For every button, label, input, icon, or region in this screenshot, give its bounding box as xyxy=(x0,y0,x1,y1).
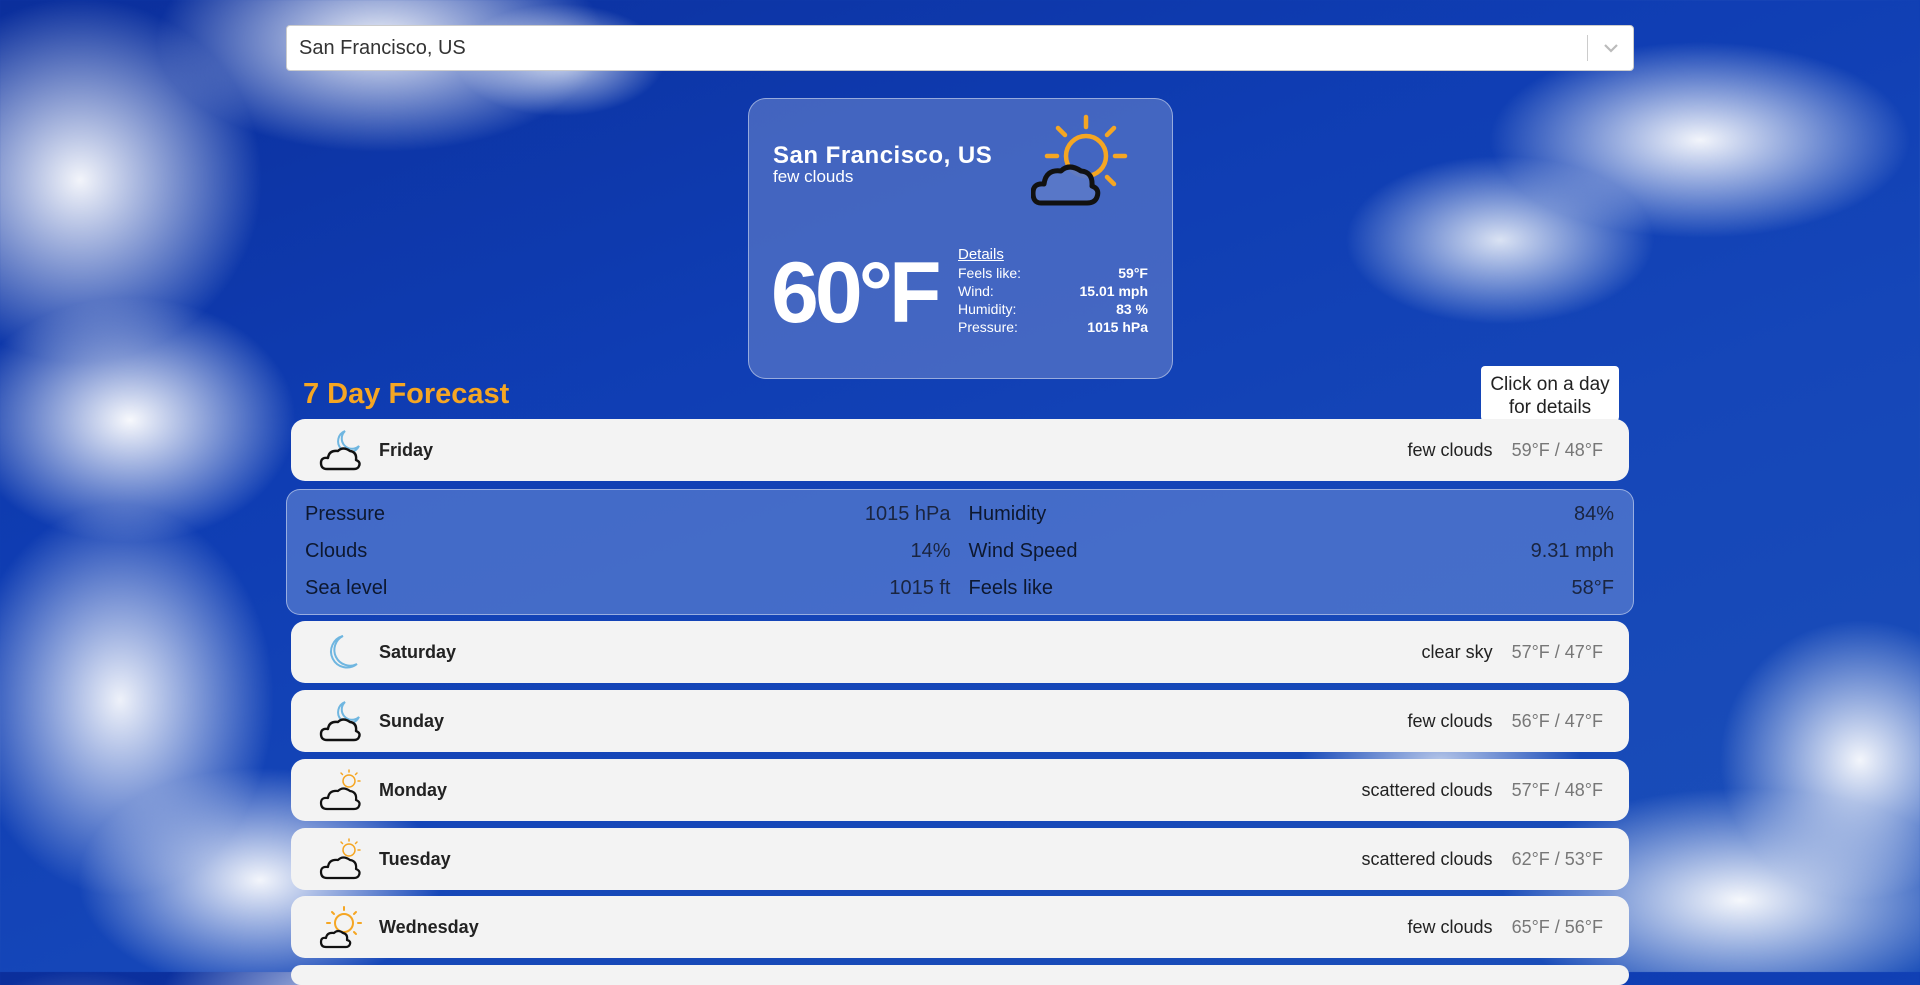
forecast-title: 7 Day Forecast xyxy=(303,378,510,410)
day-details-panel: Pressure 1015 hPa Clouds 14% Sea level 1… xyxy=(286,489,1634,615)
detail-row-wind: Wind: 15.01 mph xyxy=(958,282,1148,300)
day-temp-range: 57°F / 48°F xyxy=(1511,779,1603,800)
day-condition: scattered clouds xyxy=(1361,848,1493,869)
current-weather-card: San Francisco, US few clouds 60°F Detail… xyxy=(748,98,1173,379)
detail-value: 14% xyxy=(910,540,951,562)
detail-label: Feels like xyxy=(968,577,1053,599)
moon-cloud-icon xyxy=(316,699,366,743)
current-temperature: 60°F xyxy=(771,245,942,341)
current-details: Details Feels like: 59°F Wind: 15.01 mph… xyxy=(958,246,1148,336)
detail-value: 1015 hPa xyxy=(864,503,951,525)
forecast-day-tuesday[interactable]: Tuesday scattered clouds 62°F / 53°F xyxy=(291,828,1629,890)
detail-label: Feels like: xyxy=(958,265,1022,281)
sun-cloud-small-icon xyxy=(316,837,366,881)
day-name: Wednesday xyxy=(379,916,479,937)
detail-value: 83 % xyxy=(1116,301,1148,317)
sun-cloud-icon xyxy=(316,905,366,949)
chevron-down-icon[interactable] xyxy=(1588,43,1633,53)
detail-value: 1015 hPa xyxy=(1087,319,1148,335)
detail-row-feels-like: Feels like: 59°F xyxy=(958,264,1148,282)
forecast-day-friday[interactable]: Friday few clouds 59°F / 48°F xyxy=(291,419,1629,481)
detail-label: Wind: xyxy=(958,283,994,299)
city-search-select[interactable]: San Francisco, US xyxy=(286,25,1634,71)
detail-value: 59°F xyxy=(1118,265,1148,281)
day-condition: few clouds xyxy=(1407,710,1493,731)
detail-feels-like: Feels like 58°F xyxy=(969,576,1615,613)
detail-wind-speed: Wind Speed 9.31 mph xyxy=(969,539,1615,576)
day-condition: clear sky xyxy=(1421,641,1493,662)
detail-label: Humidity xyxy=(968,503,1047,525)
day-temp-range: 59°F / 48°F xyxy=(1511,439,1603,460)
detail-label: Humidity: xyxy=(958,301,1017,317)
detail-value: 84% xyxy=(1573,503,1614,525)
day-condition: scattered clouds xyxy=(1361,779,1493,800)
detail-label: Pressure xyxy=(305,503,386,525)
detail-label: Clouds xyxy=(305,540,368,562)
current-city: San Francisco, US xyxy=(773,142,993,169)
detail-label: Sea level xyxy=(305,577,388,599)
moon-cloud-icon xyxy=(316,428,366,472)
forecast-day-saturday[interactable]: Saturday clear sky 57°F / 47°F xyxy=(291,621,1629,683)
forecast-day-monday[interactable]: Monday scattered clouds 57°F / 48°F xyxy=(291,759,1629,821)
detail-value: 15.01 mph xyxy=(1079,283,1148,299)
day-name: Tuesday xyxy=(379,848,451,869)
day-condition: few clouds xyxy=(1407,916,1493,937)
forecast-day-sunday[interactable]: Sunday few clouds 56°F / 47°F xyxy=(291,690,1629,752)
detail-label: Pressure: xyxy=(958,319,1018,335)
day-name: Friday xyxy=(379,439,434,460)
details-left-column: Pressure 1015 hPa Clouds 14% Sea level 1… xyxy=(305,502,951,614)
day-name: Monday xyxy=(379,779,448,800)
detail-value: 9.31 mph xyxy=(1530,540,1614,562)
day-condition: few clouds xyxy=(1407,439,1493,460)
detail-clouds: Clouds 14% xyxy=(305,539,951,576)
detail-row-pressure: Pressure: 1015 hPa xyxy=(958,318,1148,336)
search-value[interactable]: San Francisco, US xyxy=(287,37,1587,60)
day-temp-range: 57°F / 47°F xyxy=(1511,641,1603,662)
current-description: few clouds xyxy=(773,167,854,186)
day-temp-range: 62°F / 53°F xyxy=(1511,848,1603,869)
day-name: Sunday xyxy=(379,710,445,731)
details-right-column: Humidity 84% Wind Speed 9.31 mph Feels l… xyxy=(969,502,1615,614)
day-name: Saturday xyxy=(379,641,457,662)
detail-label: Wind Speed xyxy=(968,540,1078,562)
forecast-day-wednesday[interactable]: Wednesday few clouds 65°F / 56°F xyxy=(291,896,1629,958)
day-temp-range: 56°F / 47°F xyxy=(1511,710,1603,731)
sun-cloud-small-icon xyxy=(316,768,366,812)
detail-humidity: Humidity 84% xyxy=(969,502,1615,539)
detail-value: 58°F xyxy=(1571,577,1614,599)
detail-row-humidity: Humidity: 83 % xyxy=(958,300,1148,318)
day-temp-range: 65°F / 56°F xyxy=(1511,916,1603,937)
detail-value: 1015 ft xyxy=(889,577,951,599)
sun-cloud-icon xyxy=(1030,111,1131,221)
detail-pressure: Pressure 1015 hPa xyxy=(305,502,951,539)
forecast-day-next[interactable] xyxy=(291,965,1629,985)
details-heading: Details xyxy=(958,246,1004,263)
moon-icon xyxy=(316,630,366,674)
detail-sea-level: Sea level 1015 ft xyxy=(305,576,951,613)
forecast-hint-tooltip: Click on a day for details xyxy=(1481,366,1619,421)
